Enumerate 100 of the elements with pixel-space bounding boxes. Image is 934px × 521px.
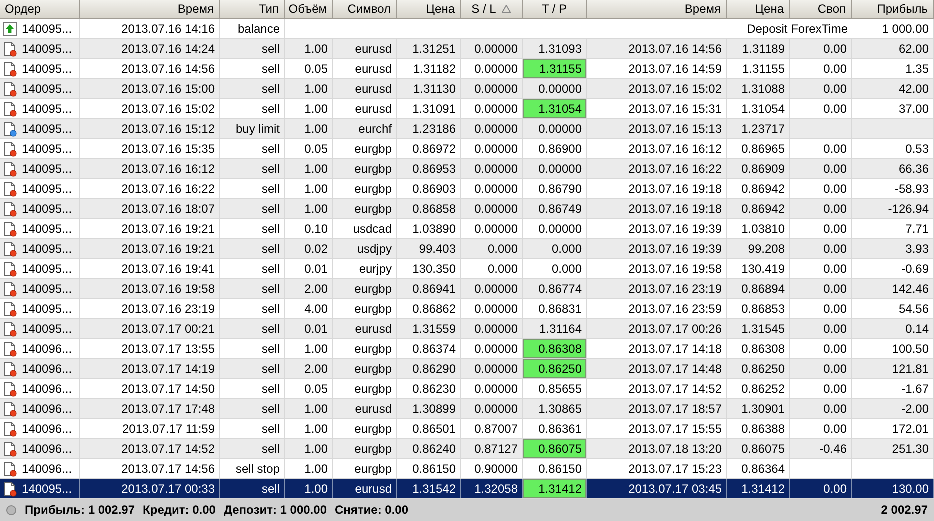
table-cell: sell <box>220 359 285 378</box>
table-row[interactable]: 140095... 2013.07.16 19:21 sell 0.02 usdjpy 99.403 0.000 0.000 2013.07.16 19:39 99.208 0.00 3.93 <box>0 239 934 259</box>
table-cell: 1.31412 <box>523 479 587 498</box>
table-row[interactable]: 140095... 2013.07.16 15:35 sell 0.05 eurgbp 0.86972 0.00000 0.86900 2013.07.16 16:12 0.86965 0.00 0.53 <box>0 139 934 159</box>
table-row[interactable]: 140095... 2013.07.16 15:00 sell 1.00 eurusd 1.31130 0.00000 0.00000 2013.07.16 15:02 1.31088 0.00 42.00 <box>0 79 934 99</box>
table-row[interactable]: 140095... 2013.07.17 00:21 sell 0.01 eurusd 1.31559 0.00000 1.31164 2013.07.17 00:26 1.31545 0.00 0.14 <box>0 319 934 339</box>
total-text: 2 002.97 <box>881 503 928 517</box>
table-cell: 0.00000 <box>461 179 523 198</box>
table-row[interactable]: 140096... 2013.07.17 14:56 sell stop 1.00 eurgbp 0.86150 0.90000 0.86150 2013.07.17 15:23 0.86364 <box>0 459 934 479</box>
table-cell: 0.00 <box>790 359 852 378</box>
table-cell: eurjpy <box>333 259 397 278</box>
table-cell: 0.86290 <box>397 359 461 378</box>
table-cell: 0.01 <box>285 319 333 338</box>
table-cell: eurusd <box>333 99 397 118</box>
table-cell: 1 000.00 <box>852 19 934 38</box>
column-header[interactable]: Объём <box>285 0 333 18</box>
table-row[interactable]: 140095... 2013.07.16 14:56 sell 0.05 eurusd 1.31182 0.00000 1.31155 2013.07.16 14:59 1.31155 0.00 1.35 <box>0 59 934 79</box>
table-cell: 1.31155 <box>523 59 587 78</box>
column-header[interactable]: Время <box>587 0 727 18</box>
table-row[interactable]: 140095... 2013.07.16 14:16 balance Deposit ForexTime 1 000.00 <box>0 19 934 39</box>
table-cell: 1.00 <box>285 479 333 498</box>
table-cell: 0.86075 <box>727 439 790 458</box>
table-cell: 0.00000 <box>523 79 587 98</box>
table-row[interactable]: 140095... 2013.07.16 19:41 sell 0.01 eurjpy 130.350 0.000 0.000 2013.07.16 19:58 130.419 0.00 -0.69 <box>0 259 934 279</box>
table-cell: 1.00 <box>285 119 333 138</box>
table-cell: 2013.07.16 14:56 <box>587 39 727 58</box>
table-cell: 0.000 <box>461 239 523 258</box>
table-cell: 0.000 <box>523 239 587 258</box>
table-cell: 0.00000 <box>461 79 523 98</box>
table-cell: sell <box>220 139 285 158</box>
table-cell: sell <box>220 279 285 298</box>
table-cell: 0.000 <box>461 259 523 278</box>
column-header[interactable]: T / P <box>523 0 587 18</box>
column-header[interactable]: Символ <box>333 0 397 18</box>
table-cell: 2013.07.16 19:58 <box>80 279 220 298</box>
table-row[interactable]: 140095... 2013.07.17 00:33 sell 1.00 eurusd 1.31542 1.32058 1.31412 2013.07.17 03:45 1.31412 0.00 130.00 <box>0 479 934 499</box>
table-cell: 140095... <box>22 202 72 216</box>
table-cell: buy limit <box>220 119 285 138</box>
table-row[interactable]: 140096... 2013.07.17 11:59 sell 1.00 eurgbp 0.86501 0.87007 0.86361 2013.07.17 15:55 0.86388 0.00 172.01 <box>0 419 934 439</box>
table-cell: 0.00000 <box>461 299 523 318</box>
column-header[interactable]: Цена <box>727 0 790 18</box>
table-cell: 1.03890 <box>397 219 461 238</box>
table-cell: 1.31155 <box>727 59 790 78</box>
table-cell: 0.86749 <box>523 199 587 218</box>
table-row[interactable]: 140095... 2013.07.16 23:19 sell 4.00 eurgbp 0.86862 0.00000 0.86831 2013.07.16 23:59 0.86853 0.00 54.56 <box>0 299 934 319</box>
table-row[interactable]: 140096... 2013.07.17 14:52 sell 1.00 eurgbp 0.86240 0.87127 0.86075 2013.07.18 13:20 0.86075 -0.46 251.30 <box>0 439 934 459</box>
table-row[interactable]: 140095... 2013.07.16 19:21 sell 0.10 usdcad 1.03890 0.00000 0.00000 2013.07.16 19:39 1.03810 0.00 7.71 <box>0 219 934 239</box>
column-header[interactable]: Тип <box>220 0 285 18</box>
summary-text: Снятие: 0.00 <box>335 503 409 517</box>
table-cell: 54.56 <box>852 299 934 318</box>
table-row[interactable]: 140095... 2013.07.16 16:12 sell 1.00 eurgbp 0.86953 0.00000 0.00000 2013.07.16 16:22 0.86909 0.00 66.36 <box>0 159 934 179</box>
table-cell: 0.85655 <box>523 379 587 398</box>
column-header[interactable]: Ордер <box>0 0 80 18</box>
column-header[interactable]: S / L <box>461 0 523 18</box>
table-cell: 0.86150 <box>523 459 587 478</box>
table-cell: 1.35 <box>852 59 934 78</box>
table-cell: 140096... <box>22 442 72 456</box>
table-cell: 99.208 <box>727 239 790 258</box>
table-cell: 0.00 <box>790 59 852 78</box>
table-row[interactable]: 140096... 2013.07.17 13:55 sell 1.00 eurgbp 0.86374 0.00000 0.86308 2013.07.17 14:18 0.86308 0.00 100.50 <box>0 339 934 359</box>
column-header[interactable]: Цена <box>397 0 461 18</box>
table-cell: 0.86150 <box>397 459 461 478</box>
table-row[interactable]: 140095... 2013.07.16 15:12 buy limit 1.00 eurchf 1.23186 0.00000 0.00000 2013.07.16 15:13 1.23717 <box>0 119 934 139</box>
table-row[interactable]: 140095... 2013.07.16 14:24 sell 1.00 eurusd 1.31251 0.00000 1.31093 2013.07.16 14:56 1.31189 0.00 62.00 <box>0 39 934 59</box>
column-header[interactable]: Время <box>80 0 220 18</box>
table-cell: 4.00 <box>285 299 333 318</box>
summary-text: Прибыль: 1 002.97 <box>25 503 136 517</box>
document-icon <box>2 60 18 76</box>
column-header[interactable]: Своп <box>790 0 852 18</box>
table-row[interactable]: 140095... 2013.07.16 19:58 sell 2.00 eurgbp 0.86941 0.00000 0.86774 2013.07.16 23:19 0.86894 0.00 142.46 <box>0 279 934 299</box>
table-row[interactable]: 140096... 2013.07.17 14:50 sell 0.05 eurgbp 0.86230 0.00000 0.85655 2013.07.17 14:52 0.86252 0.00 -1.67 <box>0 379 934 399</box>
table-row[interactable]: 140095... 2013.07.16 15:02 sell 1.00 eurusd 1.31091 0.00000 1.31054 2013.07.16 15:31 1.31054 0.00 37.00 <box>0 99 934 119</box>
table-row[interactable]: 140095... 2013.07.16 16:22 sell 1.00 eurgbp 0.86903 0.00000 0.86790 2013.07.16 19:18 0.86942 0.00 -58.93 <box>0 179 934 199</box>
table-cell: 1.31093 <box>523 39 587 58</box>
table-cell: 2013.07.16 16:22 <box>80 179 220 198</box>
table-cell: 0.86240 <box>397 439 461 458</box>
table-cell: 2013.07.16 19:18 <box>587 199 727 218</box>
table-row[interactable]: 140096... 2013.07.17 14:19 sell 2.00 eurgbp 0.86290 0.00000 0.86250 2013.07.17 14:48 0.86250 0.00 121.81 <box>0 359 934 379</box>
table-cell: 0.87007 <box>461 419 523 438</box>
column-header[interactable]: Прибыль <box>852 0 934 18</box>
table-row[interactable]: 140096... 2013.07.17 17:48 sell 1.00 eurusd 1.30899 0.00000 1.30865 2013.07.17 18:57 1.30901 0.00 -2.00 <box>0 399 934 419</box>
table-cell: 140096... <box>22 362 72 376</box>
table-cell: 3.93 <box>852 239 934 258</box>
table-cell: -58.93 <box>852 179 934 198</box>
table-cell: 2013.07.16 23:59 <box>587 299 727 318</box>
table-cell: 0.00000 <box>523 159 587 178</box>
table-cell: 2013.07.16 15:02 <box>80 99 220 118</box>
table-cell: eurgbp <box>333 459 397 478</box>
arrow-up-icon <box>2 20 18 36</box>
table-cell: 0.86252 <box>727 379 790 398</box>
sort-arrow-icon <box>502 5 512 13</box>
table-cell: 2013.07.17 17:48 <box>80 399 220 418</box>
table-cell: sell <box>220 179 285 198</box>
table-cell: 100.50 <box>852 339 934 358</box>
table-cell: 130.419 <box>727 259 790 278</box>
document-icon <box>2 480 18 496</box>
table-cell: 0.00000 <box>461 39 523 58</box>
table-cell: 2013.07.16 15:13 <box>587 119 727 138</box>
table-row[interactable]: 140095... 2013.07.16 18:07 sell 1.00 eurgbp 0.86858 0.00000 0.86749 2013.07.16 19:18 0.86942 0.00 -126.94 <box>0 199 934 219</box>
table-cell: 172.01 <box>852 419 934 438</box>
